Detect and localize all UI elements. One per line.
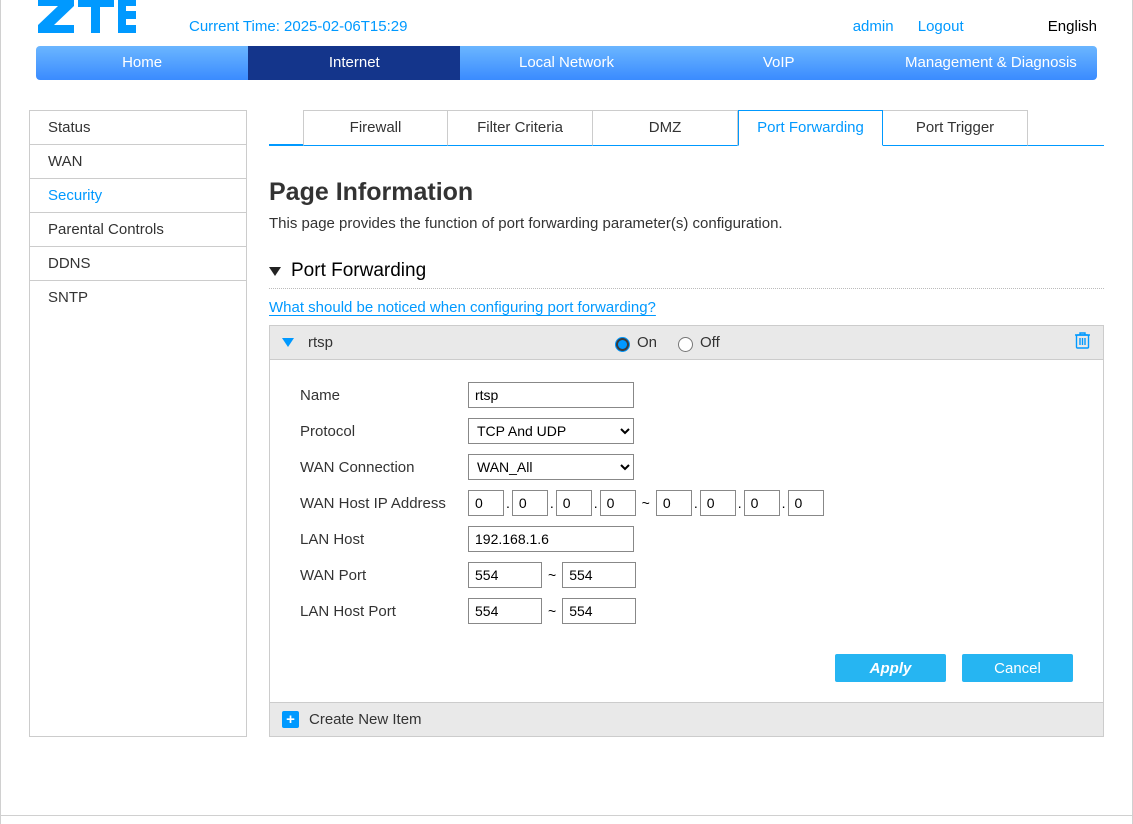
wan-port-start[interactable]: [468, 562, 542, 588]
wan-host-start-1[interactable]: [468, 490, 504, 516]
chevron-down-icon: [282, 338, 294, 347]
range-separator: ~: [548, 603, 556, 619]
divider: [269, 288, 1104, 289]
wan-port-label: WAN Port: [300, 567, 468, 584]
nav-item-management-diagnosis[interactable]: Management & Diagnosis: [885, 46, 1097, 80]
wan-host-start-2[interactable]: [512, 490, 548, 516]
section-header[interactable]: Port Forwarding: [269, 260, 1104, 282]
protocol-label: Protocol: [300, 423, 468, 440]
logout-link[interactable]: Logout: [918, 18, 964, 35]
wan-conn-select[interactable]: WAN_All: [468, 454, 634, 480]
page-desc: This page provides the function of port …: [269, 215, 1104, 232]
lan-host-label: LAN Host: [300, 531, 468, 548]
language-selector[interactable]: English: [1048, 18, 1097, 35]
chevron-down-icon: [269, 267, 281, 276]
wan-host-end-2[interactable]: [700, 490, 736, 516]
plus-icon: +: [282, 711, 299, 728]
lan-port-label: LAN Host Port: [300, 603, 468, 620]
tab-bar: FirewallFilter CriteriaDMZPort Forwardin…: [269, 110, 1104, 146]
range-separator: ~: [642, 495, 650, 511]
wan-conn-label: WAN Connection: [300, 459, 468, 476]
lan-host-input[interactable]: [468, 526, 634, 552]
lan-port-end[interactable]: [562, 598, 636, 624]
sidebar-item-sntp[interactable]: SNTP: [30, 281, 246, 314]
enable-off-radio[interactable]: Off: [673, 334, 720, 352]
name-input[interactable]: [468, 382, 634, 408]
wan-host-start-3[interactable]: [556, 490, 592, 516]
create-label: Create New Item: [309, 711, 422, 728]
help-link[interactable]: What should be noticed when configuring …: [269, 299, 656, 316]
nav-item-home[interactable]: Home: [36, 46, 248, 80]
brand-logo: [36, 0, 136, 43]
wan-host-end-1[interactable]: [656, 490, 692, 516]
nav-item-internet[interactable]: Internet: [248, 46, 460, 80]
page-title: Page Information: [269, 178, 1104, 207]
wan-host-end-3[interactable]: [744, 490, 780, 516]
protocol-select[interactable]: TCP And UDPTCPUDP: [468, 418, 634, 444]
sidebar-item-security[interactable]: Security: [30, 179, 246, 213]
sidebar-item-parental-controls[interactable]: Parental Controls: [30, 213, 246, 247]
tab-port-forwarding[interactable]: Port Forwarding: [738, 110, 883, 146]
rule-header[interactable]: rtsp On Off: [269, 325, 1104, 360]
sidebar-item-ddns[interactable]: DDNS: [30, 247, 246, 281]
create-new-item[interactable]: + Create New Item: [269, 703, 1104, 737]
tab-port-trigger[interactable]: Port Trigger: [883, 110, 1028, 146]
range-separator: ~: [548, 567, 556, 583]
top-nav: HomeInternetLocal NetworkVoIPManagement …: [36, 46, 1097, 80]
tab-dmz[interactable]: DMZ: [593, 110, 738, 146]
tab-filter-criteria[interactable]: Filter Criteria: [448, 110, 593, 146]
nav-item-local-network[interactable]: Local Network: [460, 46, 672, 80]
apply-button[interactable]: Apply: [835, 654, 946, 682]
sidebar: StatusWANSecurityParental ControlsDDNSSN…: [29, 110, 247, 737]
name-label: Name: [300, 387, 468, 404]
user-link[interactable]: admin: [853, 18, 894, 35]
nav-item-voip[interactable]: VoIP: [673, 46, 885, 80]
lan-port-start[interactable]: [468, 598, 542, 624]
rule-title: rtsp: [308, 334, 333, 351]
wan-port-end[interactable]: [562, 562, 636, 588]
wan-host-ip-label: WAN Host IP Address: [300, 495, 468, 512]
cancel-button[interactable]: Cancel: [962, 654, 1073, 682]
sidebar-item-wan[interactable]: WAN: [30, 145, 246, 179]
off-label: Off: [700, 334, 720, 351]
current-time: Current Time: 2025-02-06T15:29: [189, 18, 407, 35]
sidebar-item-status[interactable]: Status: [30, 111, 246, 145]
tab-firewall[interactable]: Firewall: [303, 110, 448, 146]
wan-host-end-4[interactable]: [788, 490, 824, 516]
on-label: On: [637, 334, 657, 351]
wan-host-start-4[interactable]: [600, 490, 636, 516]
enable-on-radio[interactable]: On: [610, 334, 657, 352]
section-title: Port Forwarding: [291, 260, 426, 282]
delete-icon[interactable]: [1074, 331, 1091, 354]
